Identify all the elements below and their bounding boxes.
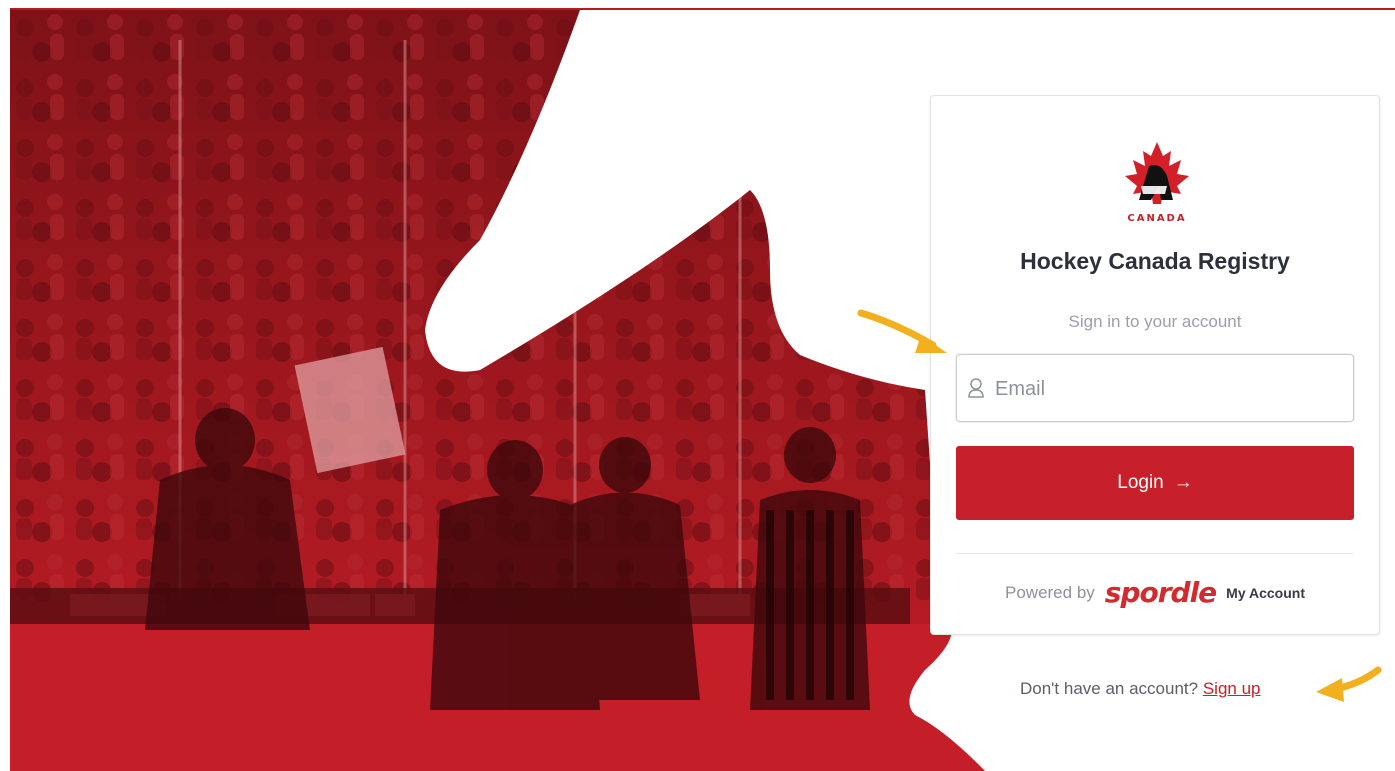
my-account-label: My Account (1226, 584, 1305, 601)
arrow-right-icon: → (1173, 472, 1193, 493)
annotation-arrow-icon (1316, 666, 1382, 702)
email-field-wrapper (956, 354, 1354, 423)
signup-prompt: Don't have an account? Sign up (1020, 679, 1261, 699)
login-button-label: Login (1117, 472, 1164, 493)
powered-by-label: Powered by (1005, 582, 1095, 602)
logo-text: CANADA (1127, 213, 1186, 224)
page-title: Hockey Canada Registry (1020, 248, 1290, 274)
user-icon (968, 378, 984, 398)
divider (956, 553, 1354, 554)
hockey-canada-logo: CANADA (1119, 142, 1195, 224)
login-button[interactable]: Login → (956, 446, 1354, 520)
powered-by: Powered by spordle My Account (931, 576, 1379, 609)
page-subtitle: Sign in to your account (1068, 312, 1242, 331)
signup-prompt-text: Don't have an account? (1020, 679, 1199, 698)
spordle-logo: spordle (1104, 576, 1217, 609)
email-input[interactable] (993, 355, 1347, 423)
annotation-arrow-icon (857, 309, 947, 353)
login-card: CANADA Hockey Canada Registry Sign in to… (930, 95, 1380, 635)
login-page: CANADA Hockey Canada Registry Sign in to… (0, 0, 1395, 771)
signup-link[interactable]: Sign up (1203, 679, 1261, 698)
